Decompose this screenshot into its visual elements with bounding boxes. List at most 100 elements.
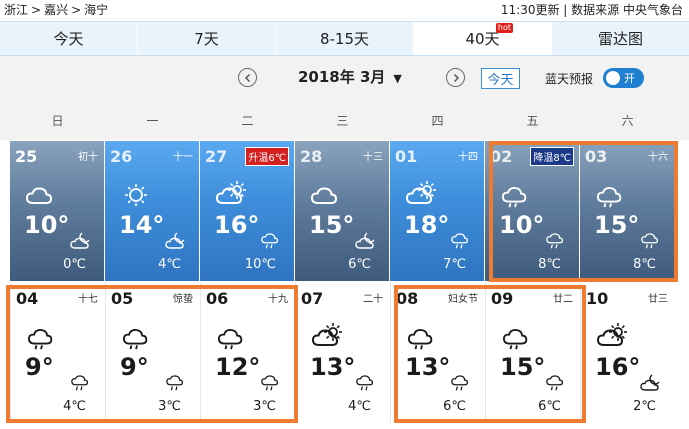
blue-sky-toggle[interactable]: 开 (603, 68, 644, 88)
update-meta: 11:30更新 | 数据来源 中央气象台 (501, 0, 683, 20)
high-temp: 9° (120, 353, 149, 381)
day-cell[interactable]: 10 廿三 16° 2℃ (580, 283, 674, 423)
lunar-date: 十七 (78, 294, 98, 305)
partly-sunny-icon (595, 323, 629, 351)
lunar-date: 十四 (458, 152, 478, 163)
day-number: 06 (206, 289, 229, 308)
rain-night-icon (258, 371, 284, 393)
tab-label: 40天 (465, 30, 500, 48)
chevron-right-icon (453, 73, 459, 82)
low-temp: 8℃ (633, 257, 656, 272)
low-temp: 6℃ (538, 399, 561, 414)
high-temp: 18° (404, 211, 450, 239)
temperature-change-badge: 升温6℃ (245, 147, 289, 166)
cloudy-night-icon (638, 371, 664, 393)
high-temp: 16° (595, 353, 641, 381)
high-temp: 15° (309, 211, 355, 239)
rain-icon (120, 323, 154, 351)
day-cell[interactable]: 26 十一 14° 4℃ (105, 141, 199, 281)
day-number: 01 (395, 147, 418, 166)
breadcrumb-city[interactable]: 嘉兴 (44, 3, 68, 17)
day-number: 25 (15, 147, 38, 166)
sunny-icon (119, 181, 153, 209)
lunar-date: 廿二 (553, 294, 573, 305)
blue-sky-label: 蓝天预报 (545, 72, 594, 86)
rain-night-icon (448, 229, 474, 251)
rain-night-icon (353, 371, 379, 393)
day-number: 26 (110, 147, 133, 166)
weekday-sun: 日 (51, 114, 64, 128)
day-cell[interactable]: 05 惊蛰 9° 3℃ (105, 283, 199, 423)
top-bar: 浙江 > 嘉兴 > 海宁 11:30更新 | 数据来源 中央气象台 (0, 0, 689, 20)
update-time: 11:30更新 (500, 3, 560, 17)
low-temp: 3℃ (158, 399, 181, 414)
day-number: 02 (490, 147, 513, 166)
day-number: 09 (491, 289, 514, 308)
high-temp: 9° (25, 353, 54, 381)
weekday-sat: 六 (621, 114, 634, 128)
rain-icon (215, 323, 249, 351)
day-cell[interactable]: 25 初十 10° 0℃ (10, 141, 104, 281)
low-temp: 4℃ (63, 399, 86, 414)
day-cell[interactable]: 07 二十 13° 4℃ (295, 283, 389, 423)
cloudy-night-icon (163, 229, 189, 251)
tab-40-days[interactable]: 40天 hot (414, 22, 552, 55)
day-number: 10 (586, 289, 609, 308)
breadcrumb-province[interactable]: 浙江 (4, 3, 28, 17)
calendar-controls: 2018年 3月 ▼ 今天 蓝天预报 开 (0, 56, 689, 100)
tab-radar[interactable]: 雷达图 (552, 22, 689, 55)
lunar-date: 十六 (648, 152, 668, 163)
high-temp: 13° (310, 353, 356, 381)
day-cell[interactable]: 02 降温8℃ 10° 8℃ (485, 141, 579, 281)
breadcrumb: 浙江 > 嘉兴 > 海宁 (4, 0, 108, 20)
day-cell[interactable]: 06 十九 12° 3℃ (200, 283, 294, 423)
weekday-thu: 四 (431, 114, 444, 128)
low-temp: 3℃ (253, 399, 276, 414)
rain-night-icon (448, 371, 474, 393)
tab-label: 8-15天 (319, 30, 370, 48)
day-cell[interactable]: 01 十四 18° 7℃ (390, 141, 484, 281)
day-number: 07 (301, 289, 324, 308)
today-button[interactable]: 今天 (481, 68, 520, 89)
next-month-button[interactable] (446, 68, 465, 87)
tab-8-15-days[interactable]: 8-15天 (276, 22, 414, 55)
month-label: 2018年 3月 (298, 68, 386, 86)
tab-label: 雷达图 (597, 30, 643, 48)
day-cell[interactable]: 08 妇女节 13° 6℃ (390, 283, 484, 423)
weekday-tue: 二 (241, 114, 254, 128)
tab-7-days[interactable]: 7天 (138, 22, 276, 55)
prev-month-button[interactable] (238, 68, 257, 87)
weekday-wed: 三 (336, 114, 349, 128)
day-cell[interactable]: 03 十六 15° 8℃ (580, 141, 674, 281)
low-temp: 2℃ (633, 399, 656, 414)
high-temp: 15° (594, 211, 640, 239)
lunar-date: 十一 (173, 152, 193, 163)
low-temp: 6℃ (348, 257, 371, 272)
day-cell[interactable]: 28 十三 15° 6℃ (295, 141, 389, 281)
weekday-fri: 五 (526, 114, 539, 128)
toggle-label: 开 (624, 72, 635, 85)
hot-badge: hot (495, 23, 513, 33)
high-temp: 15° (500, 353, 546, 381)
rain-icon (25, 323, 59, 351)
rain-icon (499, 181, 533, 209)
high-temp: 10° (499, 211, 545, 239)
tab-today[interactable]: 今天 (0, 22, 138, 55)
cloudy-icon (309, 181, 343, 209)
day-cell[interactable]: 04 十七 9° 4℃ (10, 283, 104, 423)
weekday-mon: 一 (146, 114, 159, 128)
breadcrumb-county: 海宁 (84, 3, 109, 17)
lunar-date: 妇女节 (448, 294, 478, 305)
breadcrumb-separator: > (71, 3, 82, 17)
low-temp: 0℃ (63, 257, 86, 272)
day-number: 27 (205, 147, 228, 166)
partly-cloudy-icon (24, 181, 58, 209)
day-cell[interactable]: 09 廿二 15° 6℃ (485, 283, 579, 423)
rain-night-icon (68, 371, 94, 393)
day-cell[interactable]: 27 升温6℃ 16° 10℃ (200, 141, 294, 281)
month-selector[interactable]: 2018年 3月 ▼ (298, 66, 402, 87)
partly-sunny-icon (214, 181, 248, 209)
high-temp: 10° (24, 211, 70, 239)
temperature-change-badge: 降温8℃ (530, 147, 574, 166)
low-temp: 4℃ (348, 399, 371, 414)
